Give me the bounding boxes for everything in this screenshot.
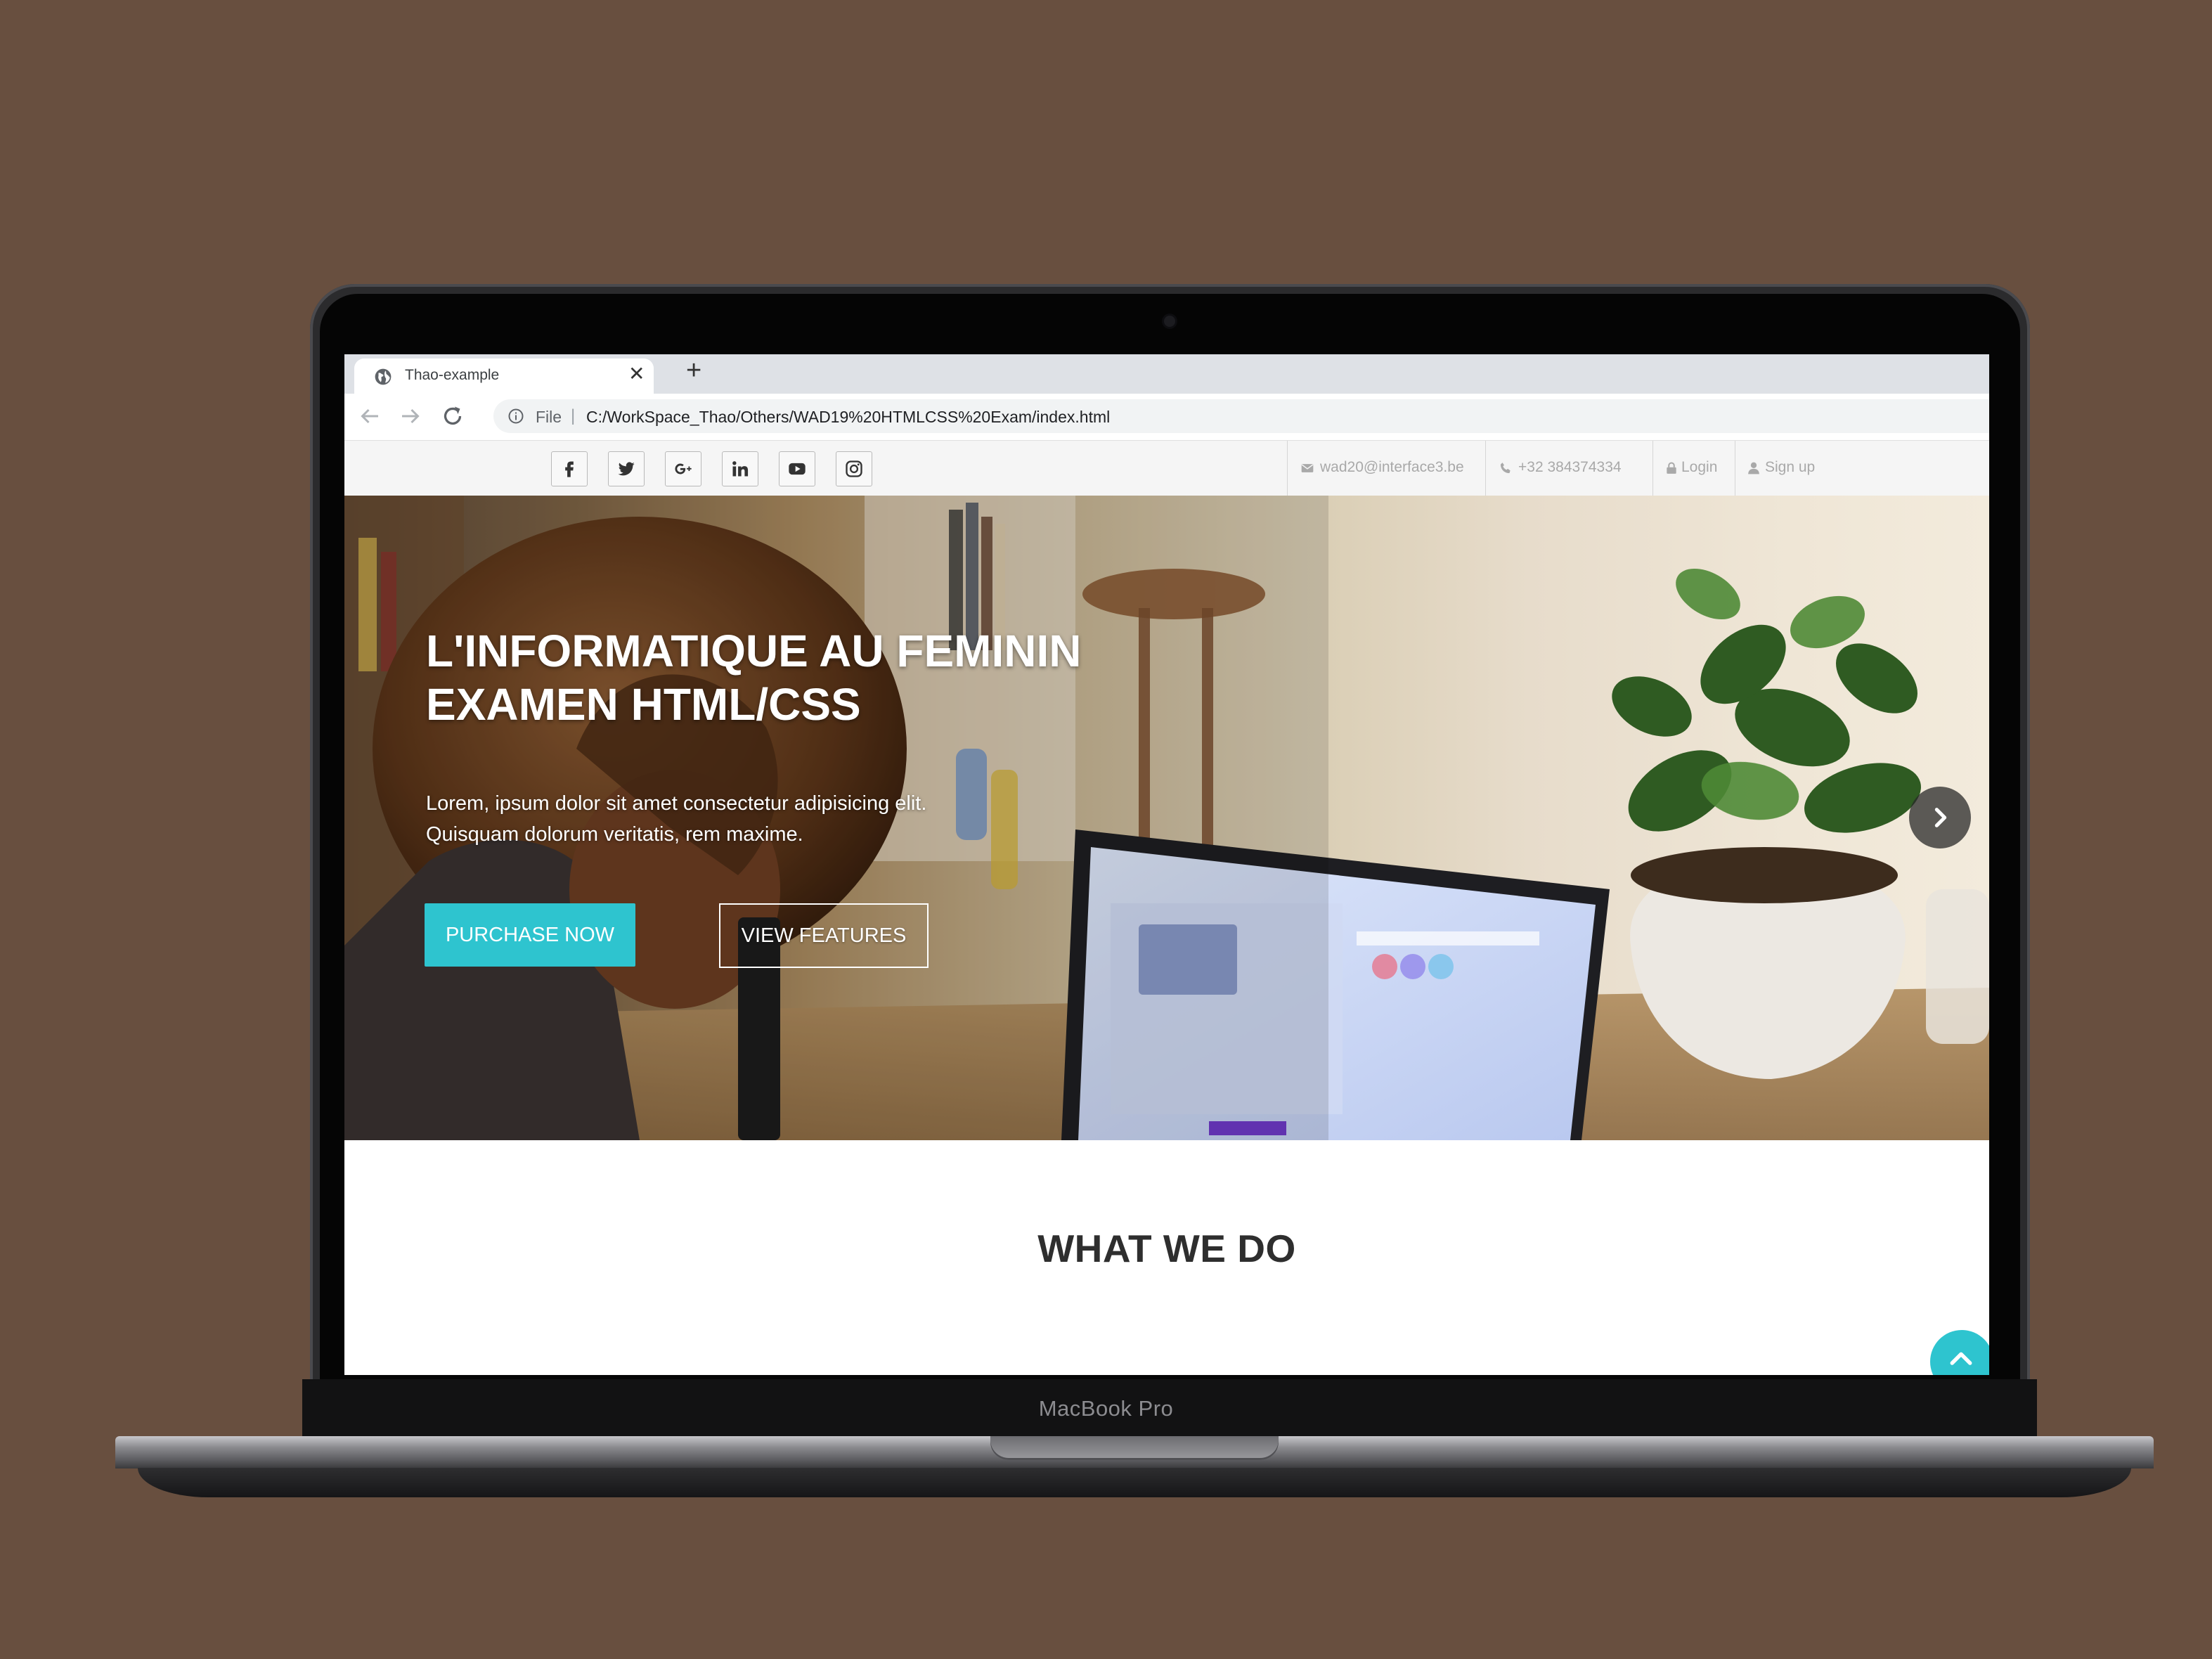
youtube-icon [789, 463, 806, 475]
hero-text: Lorem, ipsum dolor sit amet consectetur … [426, 788, 1059, 850]
chevron-up-icon [1950, 1352, 1972, 1365]
hero-text-line-1: Lorem, ipsum dolor sit amet consectetur … [426, 792, 927, 815]
phone-link[interactable]: +32 384374334 [1485, 441, 1652, 496]
forward-arrow-icon[interactable] [398, 404, 423, 429]
phone-text: +32 384374334 [1518, 459, 1622, 475]
envelope-icon [1301, 464, 1314, 472]
facebook-link[interactable] [551, 451, 588, 486]
url-text[interactable]: C:/WorkSpace_Thao/Others/WAD19%20HTMLCSS… [586, 408, 1110, 427]
url-separator: | [571, 406, 576, 425]
carousel-next-button[interactable] [1909, 787, 1971, 848]
tab-title: Thao-example [405, 367, 500, 383]
hero-title: L'INFORMATIQUE AU FEMININ EXAMEN HTML/CS… [426, 624, 1269, 731]
google-plus-link[interactable] [665, 451, 701, 486]
hero-title-line-1: L'INFORMATIQUE AU FEMININ [426, 626, 1082, 676]
signup-text: Sign up [1765, 459, 1816, 475]
linkedin-link[interactable] [722, 451, 758, 486]
view-features-button[interactable]: VIEW FEATURES [719, 903, 929, 968]
email-text: wad20@interface3.be [1320, 459, 1464, 475]
purchase-now-button[interactable]: PURCHASE NOW [425, 903, 635, 967]
laptop-foot [138, 1468, 2131, 1497]
facebook-icon [565, 461, 574, 477]
camera-icon [1164, 316, 1175, 327]
instagram-link[interactable] [836, 451, 872, 486]
login-text: Login [1681, 459, 1718, 475]
signup-link[interactable]: Sign up [1735, 441, 1840, 496]
close-icon[interactable]: ✕ [628, 364, 645, 384]
url-scheme: File [536, 408, 562, 426]
reload-icon[interactable] [440, 404, 465, 429]
user-icon [1748, 462, 1759, 475]
instagram-icon [846, 460, 862, 477]
login-link[interactable]: Login [1652, 441, 1735, 496]
email-link[interactable]: wad20@interface3.be [1287, 441, 1485, 496]
section-title: WHAT WE DO [1037, 1227, 1296, 1270]
lock-icon [1667, 462, 1676, 474]
screen: Thao-example ✕ + File | C:/WorkSpace_Tha… [344, 354, 1989, 1375]
site-topbar: wad20@interface3.be +32 384374334 Login … [344, 441, 1989, 496]
hinge-notch [990, 1436, 1279, 1460]
url-field[interactable]: File | C:/WorkSpace_Thao/Others/WAD19%20… [493, 399, 1989, 433]
hero-carousel: L'INFORMATIQUE AU FEMININ EXAMEN HTML/CS… [344, 496, 1989, 1140]
browser-tab[interactable]: Thao-example ✕ [354, 359, 654, 394]
back-arrow-icon[interactable] [357, 404, 382, 429]
brand-label: MacBook Pro [1038, 1396, 1174, 1421]
youtube-link[interactable] [779, 451, 815, 486]
twitter-link[interactable] [608, 451, 645, 486]
chevron-right-icon [1934, 808, 1947, 827]
hero-text-line-2: Quisquam dolorum veritatis, rem maxime. [426, 823, 803, 846]
phone-icon [1500, 463, 1511, 474]
hero-title-line-2: EXAMEN HTML/CSS [426, 679, 861, 730]
scroll-to-top-button[interactable] [1930, 1330, 1989, 1375]
tab-strip: Thao-example ✕ + [344, 354, 1989, 394]
globe-icon [375, 368, 392, 385]
address-bar: File | C:/WorkSpace_Thao/Others/WAD19%20… [344, 394, 1989, 441]
google-plus-icon [675, 463, 692, 475]
info-icon[interactable] [507, 408, 524, 425]
linkedin-icon [732, 461, 749, 477]
twitter-icon [618, 462, 635, 476]
new-tab-button[interactable]: + [686, 357, 701, 384]
